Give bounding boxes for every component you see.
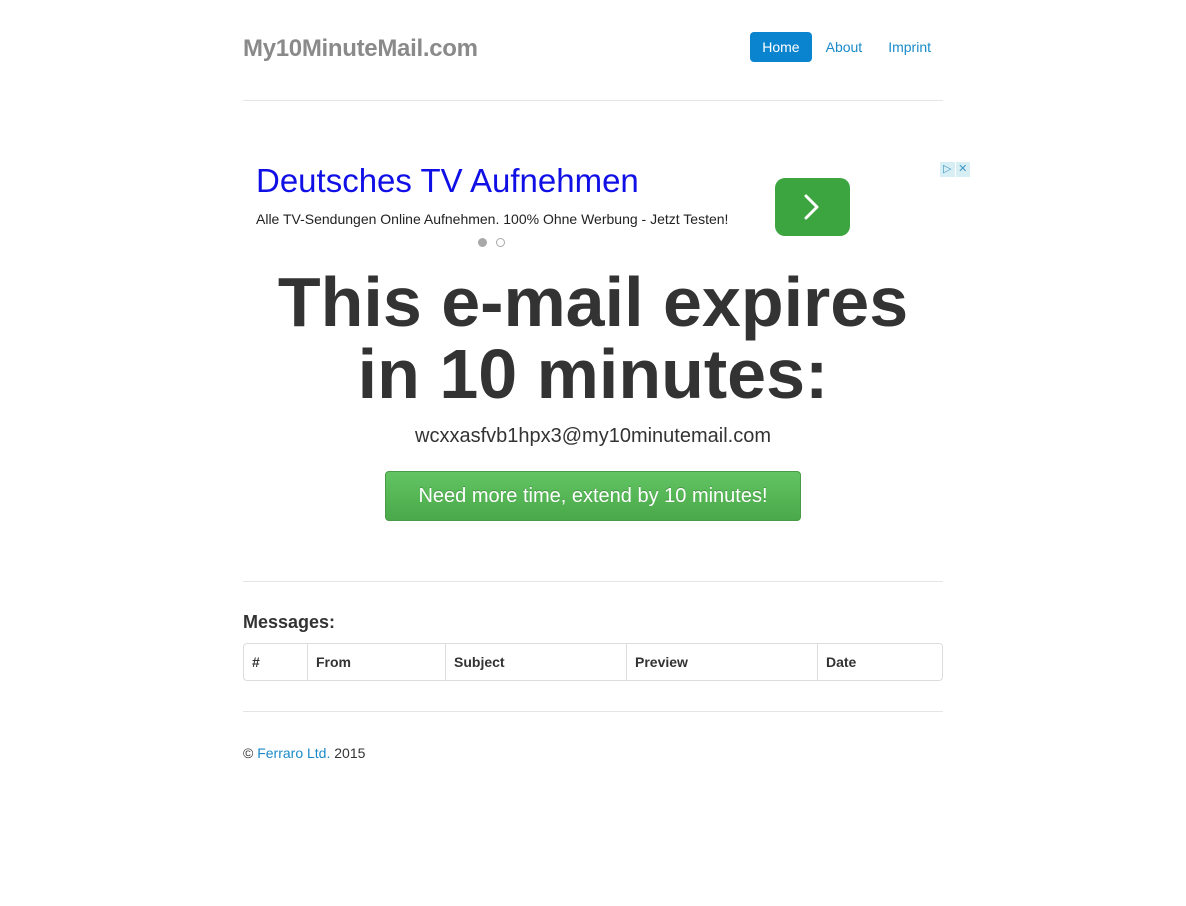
footer-divider xyxy=(243,711,943,712)
ad-slide-dots xyxy=(478,238,514,247)
ad-next-button[interactable] xyxy=(775,178,850,236)
messages-table: # From Subject Preview Date xyxy=(243,643,943,681)
ad-title-link[interactable]: Deutsches TV Aufnehmen xyxy=(256,162,639,200)
expiry-heading: This e-mail expires in 10 minutes: xyxy=(243,266,943,410)
play-triangle-icon[interactable]: ▷ xyxy=(940,162,955,177)
company-link[interactable]: Ferraro Ltd. xyxy=(257,745,330,761)
ad-banner: Deutsches TV Aufnehmen Alle TV-Sendungen… xyxy=(243,160,973,255)
nav-imprint[interactable]: Imprint xyxy=(876,32,943,62)
expiry-heading-line2: in 10 minutes: xyxy=(357,335,829,413)
messages-heading: Messages: xyxy=(243,612,336,632)
col-subject: Subject xyxy=(445,644,626,680)
copyright-symbol: © xyxy=(243,745,254,761)
section-divider xyxy=(243,581,943,582)
top-nav: Home About Imprint xyxy=(748,32,943,62)
col-date: Date xyxy=(817,644,942,680)
ad-dot-2[interactable] xyxy=(496,238,505,247)
footer: © Ferraro Ltd. 2015 xyxy=(243,745,365,761)
ad-dot-1[interactable] xyxy=(478,238,487,247)
extend-time-button[interactable]: Need more time, extend by 10 minutes! xyxy=(385,471,801,521)
nav-home[interactable]: Home xyxy=(750,32,812,62)
temp-email-address[interactable]: wcxxasfvb1hpx3@my10minutemail.com xyxy=(243,425,943,448)
nav-about[interactable]: About xyxy=(814,32,875,62)
col-preview: Preview xyxy=(626,644,817,680)
expiry-heading-line1: This e-mail expires xyxy=(277,263,909,341)
ad-description: Alle TV-Sendungen Online Aufnehmen. 100%… xyxy=(256,211,729,227)
close-icon[interactable]: ✕ xyxy=(955,162,970,177)
col-number: # xyxy=(252,654,260,670)
chevron-right-icon xyxy=(804,194,819,220)
page-container: My10MinuteMail.com Home About Imprint De… xyxy=(243,0,970,761)
copyright-year: 2015 xyxy=(334,745,366,761)
ad-choices: ▷ ✕ xyxy=(940,162,971,177)
brand-title[interactable]: My10MinuteMail.com xyxy=(243,35,478,63)
col-from: From xyxy=(307,644,445,680)
table-header-row: # From Subject Preview Date xyxy=(244,644,942,680)
header: My10MinuteMail.com Home About Imprint xyxy=(243,0,943,101)
